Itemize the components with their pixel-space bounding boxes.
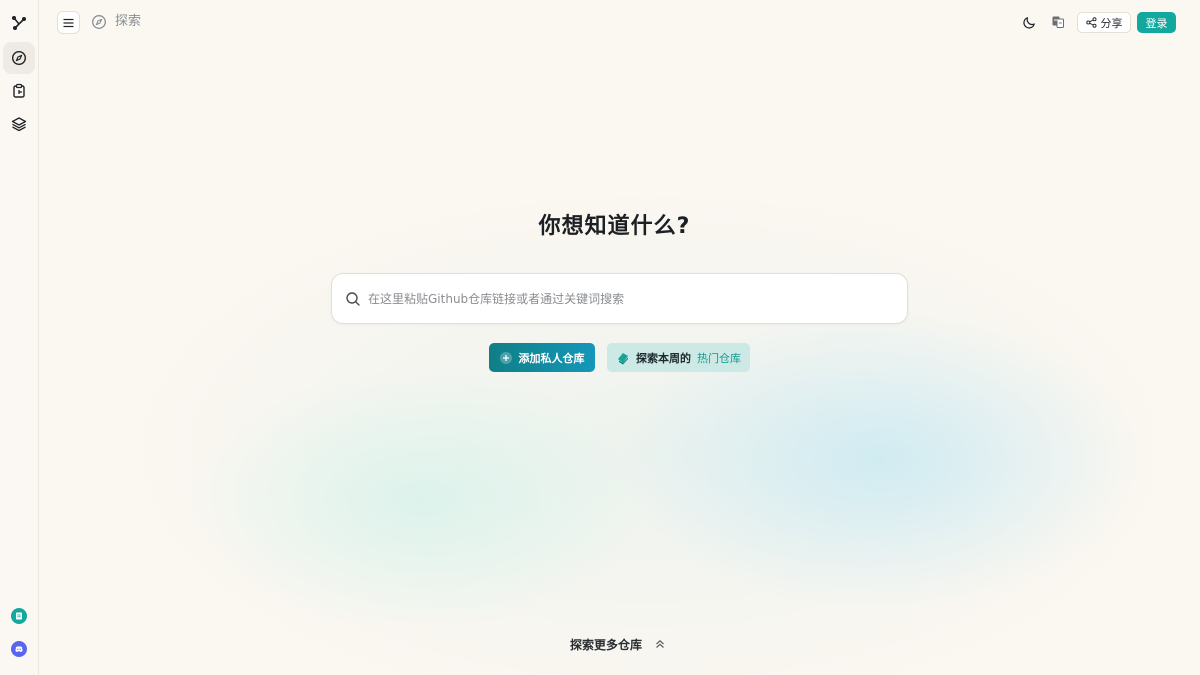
sidebar-rail [0,0,39,675]
moon-icon [1022,16,1035,29]
language-toggle-button[interactable] [1049,13,1067,31]
sidebar-item-explore[interactable] [3,42,35,74]
graph-logo-icon [12,16,26,30]
book-stack-icon [618,352,628,364]
discord-icon [15,646,23,652]
chevrons-up-icon [656,639,664,648]
share-icon [1085,17,1096,28]
page-title: 你想知道什么? [538,214,691,239]
search-bar[interactable] [331,273,908,324]
add-private-repo-label: 添加私人仓库 [518,351,585,365]
add-private-repo-button[interactable]: 添加私人仓库 [489,343,595,372]
discord-button[interactable] [11,641,27,657]
docs-button[interactable] [11,608,27,624]
theme-toggle-button[interactable] [1020,13,1038,31]
sidebar-item-layers[interactable] [3,108,35,140]
login-label: 登录 [1145,16,1168,30]
logo-icon[interactable] [3,7,35,39]
menu-toggle-button[interactable] [57,11,80,34]
compass-icon [11,50,27,66]
explore-more-repos-link[interactable]: 探索更多仓库 [570,636,666,652]
hamburger-icon [63,18,74,27]
layers-icon [11,117,27,132]
explore-week-label: 探索本周的 [636,351,691,365]
share-label: 分享 [1100,16,1123,30]
plus-icon [499,351,512,364]
sidebar-item-repos[interactable] [3,75,35,107]
explore-more-label: 探索更多仓库 [570,637,643,652]
hot-repos-label: 热门仓库 [697,351,741,365]
login-button[interactable]: 登录 [1137,12,1176,33]
compass-icon [92,15,106,29]
background-glow [0,0,1200,675]
share-button[interactable]: 分享 [1077,12,1131,33]
search-input[interactable] [368,283,888,315]
search-icon [346,292,360,306]
document-icon [16,612,22,620]
clipboard-icon [13,83,25,98]
breadcrumb: 探索 [115,14,142,29]
explore-hot-repos-button[interactable]: 探索本周的 热门仓库 [607,343,750,372]
translate-icon [1052,16,1064,28]
